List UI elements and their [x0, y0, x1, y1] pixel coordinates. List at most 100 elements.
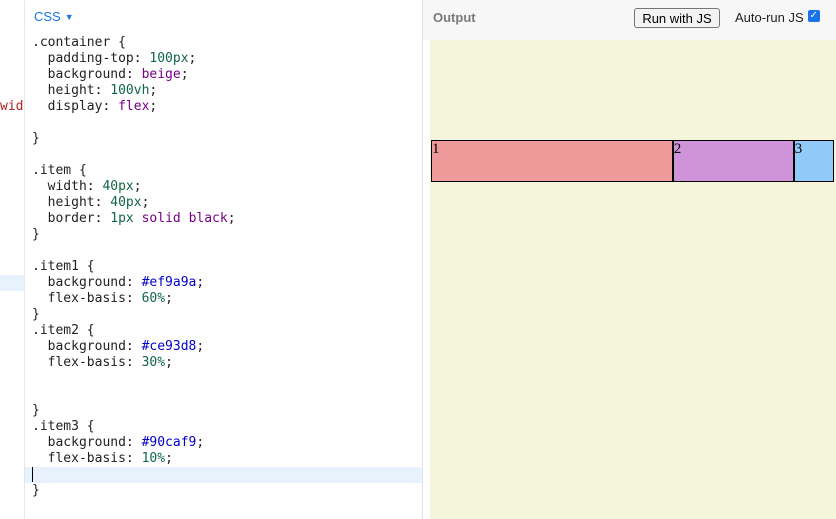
- flex-item-1: 1: [431, 140, 673, 182]
- code-token: flex: [118, 99, 150, 114]
- code-token: ;: [196, 435, 205, 450]
- code-line[interactable]: }: [25, 403, 422, 419]
- code-token: ;: [165, 355, 173, 370]
- flex-container: 123: [431, 140, 834, 182]
- code-token: ;: [165, 291, 173, 306]
- code-token: 40px: [110, 195, 142, 210]
- code-line[interactable]: [25, 371, 422, 387]
- code-token: 100px: [149, 51, 189, 66]
- code-token: }: [32, 483, 40, 498]
- code-token: 100vh: [110, 83, 150, 98]
- code-line[interactable]: background: #ce93d8;: [25, 339, 422, 355]
- code-line[interactable]: height: 100vh;: [25, 83, 422, 99]
- code-line[interactable]: width: 40px;: [25, 179, 422, 195]
- code-token: .item2 {: [32, 323, 95, 338]
- code-token: .item3 {: [32, 419, 95, 434]
- code-line[interactable]: background: beige;: [25, 67, 422, 83]
- code-line[interactable]: [25, 387, 422, 403]
- code-token: 40px: [102, 179, 134, 194]
- code-line[interactable]: [25, 115, 422, 131]
- output-header: Output Run with JS Auto-run JS ✓: [423, 0, 836, 40]
- flex-item-3: 3: [793, 140, 834, 182]
- code-token: 60%: [141, 291, 166, 306]
- autorun-label: Auto-run JS: [735, 10, 804, 25]
- code-token: flex-basis:: [32, 291, 142, 306]
- code-token: flex-basis:: [32, 451, 142, 466]
- code-token: display:: [32, 99, 119, 114]
- code-editor[interactable]: .container { padding-top: 100px; backgro…: [25, 35, 422, 499]
- css-editor-pane: wid CSS ▼ .container { padding-top: 100p…: [0, 0, 423, 519]
- code-token: #ce93d8: [141, 339, 197, 354]
- code-line[interactable]: height: 40px;: [25, 195, 422, 211]
- editor-gutter: wid: [0, 0, 25, 519]
- code-line[interactable]: }: [25, 227, 422, 243]
- code-line[interactable]: .container {: [25, 35, 422, 51]
- code-line[interactable]: .item3 {: [25, 419, 422, 435]
- code-token: 30%: [141, 355, 166, 370]
- code-line[interactable]: [25, 243, 422, 259]
- code-token: #ef9a9a: [141, 275, 197, 290]
- code-line[interactable]: background: #ef9a9a;: [25, 275, 422, 291]
- code-token: ;: [165, 451, 173, 466]
- code-token: height:: [32, 83, 111, 98]
- code-token: 10%: [141, 451, 166, 466]
- autorun-toggle[interactable]: Auto-run JS ✓: [735, 9, 820, 25]
- code-line[interactable]: flex-basis: 30%;: [25, 355, 422, 371]
- code-token: 1px: [110, 211, 134, 226]
- code-token: ;: [196, 275, 205, 290]
- code-token: padding-top:: [32, 51, 150, 66]
- code-line[interactable]: background: #90caf9;: [25, 435, 422, 451]
- code-token: beige: [141, 67, 181, 82]
- code-line[interactable]: }: [25, 131, 422, 147]
- code-token: ;: [149, 83, 158, 98]
- code-token: }: [32, 403, 40, 418]
- code-token: ;: [180, 67, 189, 82]
- output-preview: 123: [430, 40, 836, 519]
- code-line[interactable]: .item1 {: [25, 259, 422, 275]
- code-token: background:: [32, 67, 142, 82]
- overflow-text: wid: [0, 99, 24, 114]
- run-with-js-button[interactable]: Run with JS: [634, 8, 720, 28]
- code-token: ;: [141, 195, 150, 210]
- gutter-highlight: [0, 275, 24, 291]
- code-token: ;: [196, 339, 205, 354]
- code-line[interactable]: .item {: [25, 163, 422, 179]
- code-token: background:: [32, 339, 142, 354]
- code-line[interactable]: .item2 {: [25, 323, 422, 339]
- code-token: background:: [32, 275, 142, 290]
- caret-down-icon: ▼: [64, 11, 74, 22]
- output-pane: Output Run with JS Auto-run JS ✓ 123: [423, 0, 836, 519]
- code-line[interactable]: padding-top: 100px;: [25, 51, 422, 67]
- code-token: flex-basis:: [32, 355, 142, 370]
- text-cursor: [32, 467, 33, 482]
- code-line[interactable]: [25, 467, 422, 483]
- code-line[interactable]: }: [25, 483, 422, 499]
- code-line[interactable]: border: 1px solid black;: [25, 211, 422, 227]
- code-token: ;: [149, 99, 158, 114]
- code-line[interactable]: flex-basis: 60%;: [25, 291, 422, 307]
- code-token: ;: [133, 179, 142, 194]
- code-line[interactable]: display: flex;: [25, 99, 422, 115]
- output-title: Output: [433, 10, 476, 25]
- code-token: }: [32, 131, 40, 146]
- code-token: .item1 {: [32, 259, 95, 274]
- code-token: width:: [32, 179, 103, 194]
- autorun-checkbox[interactable]: ✓: [807, 9, 820, 22]
- code-token: ;: [227, 211, 236, 226]
- code-token: solid: [141, 211, 181, 226]
- code-line[interactable]: }: [25, 307, 422, 323]
- code-token: #90caf9: [141, 435, 197, 450]
- code-token: }: [32, 307, 40, 322]
- code-line[interactable]: flex-basis: 10%;: [25, 451, 422, 467]
- language-label: CSS: [34, 9, 61, 24]
- code-line[interactable]: [25, 147, 422, 163]
- code-token: border:: [32, 211, 111, 226]
- code-token: background:: [32, 435, 142, 450]
- flex-item-2: 2: [672, 140, 794, 182]
- language-dropdown[interactable]: CSS ▼: [34, 9, 74, 24]
- code-token: .container {: [32, 35, 126, 50]
- code-token: .item {: [32, 163, 87, 178]
- code-token: ;: [188, 51, 197, 66]
